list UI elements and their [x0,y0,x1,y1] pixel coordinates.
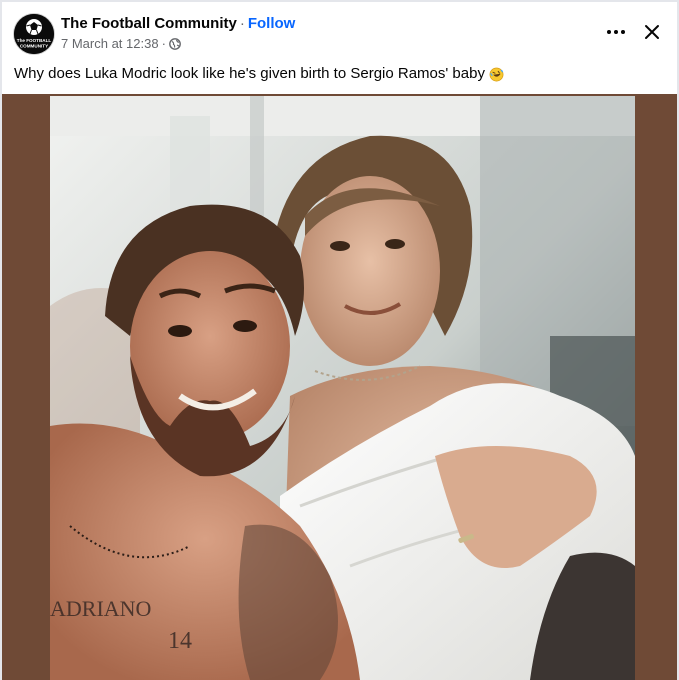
svg-text:COMMUNITY: COMMUNITY [20,44,48,49]
globe-icon [169,38,181,50]
svg-text:ADRIANO: ADRIANO [50,596,151,621]
post-timestamp[interactable]: 7 March at 12:38 [61,36,159,52]
page-avatar[interactable]: The FOOTBALL COMMUNITY [14,14,54,54]
page-name-link[interactable]: The Football Community [61,15,237,32]
post-header: The FOOTBALL COMMUNITY The Football Comm… [0,0,679,60]
svg-text:The FOOTBALL: The FOOTBALL [17,38,52,43]
post-meta: 7 March at 12:38 · [61,36,181,52]
more-horizontal-icon [607,30,625,34]
post-photo[interactable]: ADRIANO 14 [50,96,635,680]
follow-button[interactable]: Follow [248,15,296,32]
close-icon [645,25,659,39]
post-caption: Why does Luka Modric look like he's give… [14,64,504,84]
caption-text: Why does Luka Modric look like he's give… [14,65,485,82]
rolling-laughing-emoji-icon [489,67,504,82]
football-logo-icon: The FOOTBALL COMMUNITY [14,14,54,54]
meta-separator: · [161,36,166,51]
more-options-button[interactable] [600,18,632,46]
close-button[interactable] [638,18,666,46]
svg-text:14: 14 [168,628,192,654]
dot-separator: · [239,15,245,32]
post-author-row: The Football Community · Follow [61,15,295,33]
